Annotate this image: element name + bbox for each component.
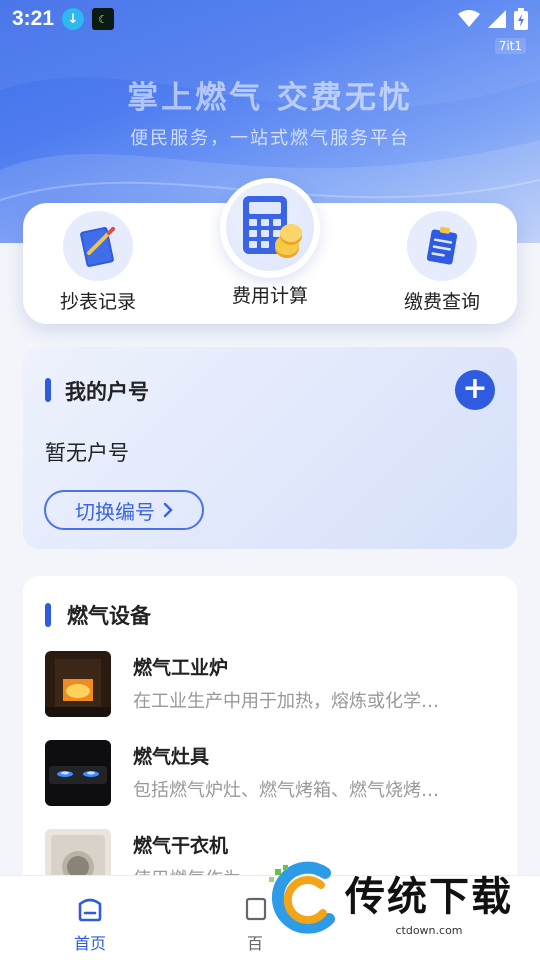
- switch-account-button[interactable]: 切换编号: [44, 490, 204, 530]
- add-account-button[interactable]: +: [455, 370, 495, 410]
- app-notify-icon: ☾: [92, 8, 115, 30]
- watermark-text-block: 传统下载 ctdown.com: [345, 864, 513, 937]
- industrial-furnace-image: [45, 651, 111, 717]
- equipment-title: 燃气设备: [67, 604, 151, 628]
- carrier-tag: 7it1: [494, 38, 526, 54]
- home-icon: [78, 898, 102, 922]
- no-account-text: 暂无户号: [45, 441, 129, 465]
- section-accent-bar: [45, 378, 51, 402]
- switch-account-label: 切换编号: [75, 499, 155, 524]
- watermark-logo-icon: [269, 861, 335, 934]
- tab-home-label: 首页: [73, 934, 106, 953]
- equipment-name: 燃气灶具: [133, 746, 210, 768]
- section-accent-bar: [45, 603, 51, 627]
- calculator-coins-icon: [226, 183, 314, 271]
- equipment-item-gas-stove[interactable]: 燃气灶具 包括燃气炉灶、燃气烤箱、燃气烧烤…: [45, 740, 495, 808]
- watermark-url: ctdown.com: [395, 924, 463, 937]
- meter-record-label: 抄表记录: [59, 291, 136, 313]
- equipment-name: 燃气干衣机: [133, 835, 229, 857]
- battery-charging-icon: [514, 8, 528, 30]
- site-watermark: 传统下载 ctdown.com: [265, 858, 533, 943]
- chevron-right-icon: [163, 502, 173, 518]
- status-bar: 3:21 ↓ ☾: [0, 0, 540, 38]
- hero-title: 掌上燃气 交费无忧: [127, 80, 413, 116]
- payment-query-button[interactable]: 缴费查询: [392, 211, 492, 314]
- hero-subtitle: 便民服务，一站式燃气服务平台: [130, 128, 410, 149]
- equipment-desc: 包括燃气炉灶、燃气烤箱、燃气烧烤…: [133, 780, 439, 801]
- account-title: 我的户号: [65, 380, 149, 404]
- notebook-pen-icon: [63, 211, 133, 281]
- my-account-card: 我的户号 + 暂无户号 切换编号: [23, 347, 517, 549]
- equipment-desc: 在工业生产中用于加热，熔炼或化学…: [133, 691, 439, 712]
- download-icon: ↓: [62, 8, 85, 30]
- plus-icon: +: [462, 371, 488, 406]
- tab-home[interactable]: 首页: [40, 876, 140, 960]
- fee-calc-label: 费用计算: [231, 285, 308, 307]
- gas-stove-image: [45, 740, 111, 806]
- gas-equipment-card: 燃气设备 燃气工业炉 在工业生产中用于加热，熔炼或化学… 燃气灶具 包括燃气炉灶…: [23, 576, 517, 886]
- wifi-icon: [458, 10, 480, 27]
- status-time: 3:21: [12, 7, 55, 30]
- watermark-title: 传统下载: [345, 874, 513, 920]
- meter-record-button[interactable]: 抄表记录: [48, 211, 148, 314]
- status-right-icons: [458, 8, 528, 30]
- equipment-name: 燃气工业炉: [133, 657, 229, 679]
- signal-icon: [488, 10, 506, 28]
- document-clipboard-icon: [407, 211, 477, 281]
- fee-calc-button[interactable]: 费用计算: [220, 183, 320, 308]
- payment-query-label: 缴费查询: [403, 291, 480, 313]
- equipment-item-industrial-furnace[interactable]: 燃气工业炉 在工业生产中用于加热，熔炼或化学…: [45, 651, 495, 719]
